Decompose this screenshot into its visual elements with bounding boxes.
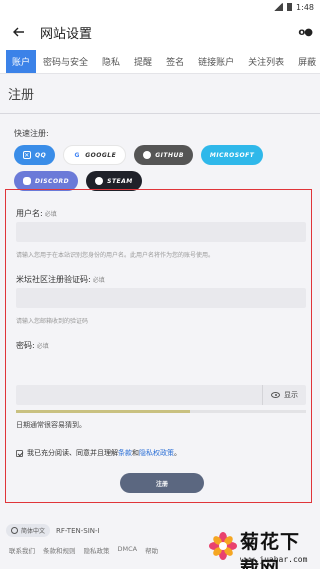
tab-signature[interactable]: 签名 bbox=[159, 50, 191, 73]
google-login-button[interactable]: G GOOGLE bbox=[63, 145, 127, 165]
page-title: 网站设置 bbox=[40, 26, 93, 42]
tab-privacy[interactable]: 隐私 bbox=[95, 50, 127, 73]
verify-code-hint: 请输入您邮箱收到的验证码 bbox=[16, 318, 89, 325]
verify-code-label: 米坛社区注册验证码: 必填 bbox=[16, 274, 105, 285]
tab-bar: 账户 密码与安全 隐私 提醒 签名 链接账户 关注列表 屏蔽 bbox=[0, 50, 320, 74]
username-label-text: 用户名: bbox=[16, 209, 43, 218]
required-tag: 必填 bbox=[36, 343, 49, 350]
github-label: GITHUB bbox=[155, 151, 184, 159]
github-icon bbox=[143, 151, 152, 159]
quick-register-label: 快速注册: bbox=[14, 129, 49, 138]
tab-account[interactable]: 账户 bbox=[6, 50, 37, 73]
style-chooser[interactable]: RF-TEN-SIN-I bbox=[56, 527, 100, 535]
password-strength-fill bbox=[16, 410, 190, 413]
back-arrow-icon[interactable] bbox=[8, 21, 30, 43]
register-button[interactable]: 注册 bbox=[120, 473, 204, 493]
username-label: 用户名: 必填 bbox=[16, 208, 57, 219]
google-label: GOOGLE bbox=[85, 151, 117, 159]
footer-links: 联系我们 条款和规则 隐私政策 DMCA 帮助 bbox=[9, 545, 158, 555]
tab-ignoring[interactable]: 屏蔽 bbox=[291, 50, 320, 73]
eye-icon bbox=[271, 392, 280, 398]
tab-alerts[interactable]: 提醒 bbox=[127, 50, 159, 73]
agree-prefix: 我已充分阅读、同意并且理解 bbox=[27, 449, 118, 457]
steam-icon bbox=[95, 177, 104, 185]
footer: 简体中文 RF-TEN-SIN-I bbox=[6, 524, 100, 537]
qq-icon: ✕ bbox=[23, 151, 31, 159]
flower-logo-icon bbox=[209, 532, 237, 560]
verify-code-label-text: 米坛社区注册验证码: bbox=[16, 275, 91, 284]
password-strength-meter bbox=[16, 410, 306, 413]
username-hint: 请输入您用于在本站识别您身份的用户名。此用户名将作为您的账号使用。 bbox=[16, 252, 215, 259]
app-bar: 网站设置 o● bbox=[0, 14, 320, 50]
register-form: 用户名: 必填 请输入您用于在本站识别您身份的用户名。此用户名将作为您的账号使用。… bbox=[5, 189, 312, 503]
signal-icon bbox=[274, 3, 284, 11]
required-tag: 必填 bbox=[44, 211, 57, 218]
agree-suffix: 。 bbox=[174, 449, 181, 457]
tab-password-security[interactable]: 密码与安全 bbox=[36, 50, 95, 73]
quick-register: 快速注册: ✕ QQ G GOOGLE GITHUB MICROSOFT DIS… bbox=[0, 114, 320, 191]
password-label-text: 密码: bbox=[16, 341, 35, 350]
contact-link[interactable]: 联系我们 bbox=[9, 545, 35, 555]
battery-icon bbox=[287, 3, 293, 11]
globe-icon bbox=[11, 527, 18, 534]
agree-checkbox[interactable] bbox=[16, 449, 23, 457]
language-label: 简体中文 bbox=[21, 528, 46, 535]
tab-linked-accounts[interactable]: 链接账户 bbox=[191, 50, 241, 73]
terms-link[interactable]: 条款 bbox=[118, 449, 132, 457]
github-login-button[interactable]: GITHUB bbox=[134, 145, 193, 165]
show-password-toggle[interactable]: 显示 bbox=[262, 385, 306, 405]
status-bar: 1:48 bbox=[0, 0, 320, 14]
agree-and: 和 bbox=[132, 449, 139, 457]
password-note: 日期通常很容易猜到。 bbox=[16, 421, 86, 429]
watermark-url: www.juahar.com bbox=[240, 555, 308, 564]
tab-following[interactable]: 关注列表 bbox=[241, 50, 291, 73]
watermark: 菊花下载网 www.juahar.com bbox=[206, 527, 318, 569]
more-options-icon[interactable]: o● bbox=[298, 27, 313, 38]
privacy-link[interactable]: 隐私权政策 bbox=[139, 449, 174, 457]
qq-label: QQ bbox=[35, 151, 47, 159]
agree-row: 我已充分阅读、同意并且理解条款和隐私权政策。 bbox=[16, 448, 181, 458]
google-icon: G bbox=[74, 151, 80, 159]
steam-login-button[interactable]: STEAM bbox=[86, 171, 142, 191]
section-title: 注册 bbox=[0, 74, 320, 114]
qq-login-button[interactable]: ✕ QQ bbox=[14, 145, 56, 165]
provider-list: ✕ QQ G GOOGLE GITHUB MICROSOFT DISCORD S… bbox=[14, 145, 274, 191]
language-chooser[interactable]: 简体中文 bbox=[6, 524, 51, 537]
status-time: 1:48 bbox=[296, 2, 314, 12]
verify-code-input[interactable] bbox=[16, 288, 306, 308]
discord-login-button[interactable]: DISCORD bbox=[14, 171, 79, 191]
agree-text: 我已充分阅读、同意并且理解条款和隐私权政策。 bbox=[27, 448, 181, 458]
required-tag: 必填 bbox=[92, 277, 105, 284]
dmca-link[interactable]: DMCA bbox=[118, 545, 138, 555]
microsoft-label: MICROSOFT bbox=[209, 151, 255, 159]
password-input[interactable]: 显示 bbox=[16, 385, 306, 405]
username-input[interactable] bbox=[16, 222, 306, 242]
help-link[interactable]: 帮助 bbox=[145, 545, 158, 555]
show-password-label: 显示 bbox=[284, 391, 298, 399]
password-label: 密码: 必填 bbox=[16, 340, 49, 351]
discord-label: DISCORD bbox=[35, 177, 70, 185]
privacy-policy-link[interactable]: 隐私政策 bbox=[84, 545, 110, 555]
terms-rules-link[interactable]: 条款和规则 bbox=[43, 545, 76, 555]
discord-icon bbox=[23, 177, 31, 185]
microsoft-login-button[interactable]: MICROSOFT bbox=[200, 145, 264, 165]
steam-label: STEAM bbox=[107, 177, 133, 185]
